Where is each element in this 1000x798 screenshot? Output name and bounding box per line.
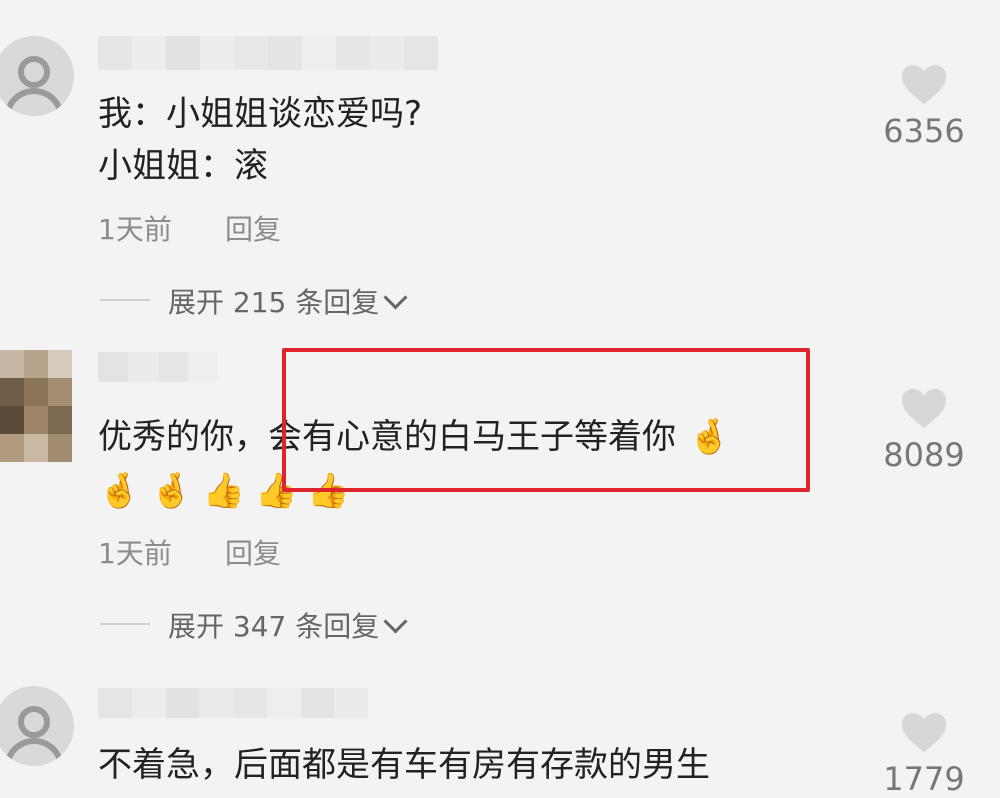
avatar[interactable] [0,350,72,462]
comment-time: 1天前 [98,213,172,246]
chevron-down-icon [383,609,408,634]
thumbs-up-emoji: 👍 [202,471,246,511]
comment-text-line: 我：小姐姐谈恋爱吗? [98,94,423,134]
highlight-box [282,348,810,492]
heart-icon[interactable] [900,712,948,754]
comment-text-line: 小姐姐：滚 [98,146,268,186]
username-blurred[interactable] [98,688,368,718]
like-count: 6356 [883,112,965,150]
heart-icon[interactable] [900,64,948,106]
heart-icon[interactable] [900,388,948,430]
username-blurred[interactable] [98,36,438,70]
reply-button[interactable]: 回复 [225,532,281,572]
comment-time: 1天前 [98,537,172,570]
chevron-down-icon [383,285,408,310]
default-avatar-icon [18,706,50,738]
like-count: 8089 [883,436,965,474]
finger-heart-emoji: 🤞 [150,471,193,511]
expand-replies-label: 展开 347 条回复 [168,610,380,643]
finger-heart-emoji: 🤞 [98,471,141,511]
divider [100,623,150,625]
username-blurred[interactable] [98,352,218,382]
expand-replies-button[interactable]: 展开 347 条回复 [168,605,408,645]
avatar[interactable] [0,36,74,116]
reply-button[interactable]: 回复 [225,208,281,248]
divider [100,299,150,301]
comment-text-line: 不着急，后面都是有车有房有存款的男生 [98,745,710,785]
like-count: 1779 [883,760,965,798]
expand-replies-label: 展开 215 条回复 [168,286,380,319]
default-avatar-icon [18,56,50,88]
expand-replies-button[interactable]: 展开 215 条回复 [168,281,408,321]
avatar[interactable] [0,686,74,766]
